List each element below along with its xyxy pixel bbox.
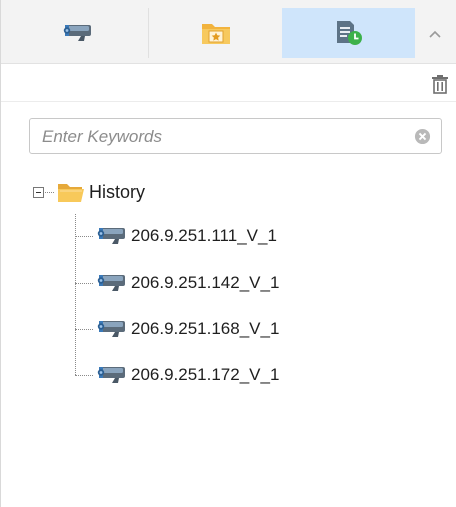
tree-item-camera[interactable]: 206.9.251.168_V_1 (75, 315, 279, 343)
camera-icon (63, 25, 91, 41)
tree-item-label: 206.9.251.142_V_1 (131, 273, 280, 292)
tree-item-camera[interactable]: 206.9.251.111_V_1 (75, 222, 277, 250)
tab-cameras[interactable] (9, 8, 146, 58)
tab-bar (1, 0, 456, 64)
search-box (29, 118, 442, 155)
search-input[interactable] (40, 119, 414, 155)
tree-item-camera[interactable]: 206.9.251.142_V_1 (75, 269, 279, 297)
collapse-tree-toggle[interactable] (33, 186, 44, 198)
clear-search-icon[interactable] (414, 128, 431, 145)
camera-icon (97, 228, 125, 244)
history-panel: History 206.9.251.111_V_1 206.9.251.142_… (0, 0, 456, 507)
tab-history[interactable] (282, 8, 415, 58)
tree-item-label: 206.9.251.111_V_1 (131, 226, 277, 245)
open-folder-icon (58, 184, 84, 202)
tab-favorites[interactable] (148, 8, 282, 58)
tree-root-label: History (89, 181, 146, 202)
camera-icon (97, 321, 125, 337)
tree-connector (45, 191, 54, 193)
trash-icon (432, 75, 448, 94)
camera-icon (97, 275, 125, 291)
toolbar (1, 64, 456, 102)
tree-item-camera[interactable]: 206.9.251.172_V_1 (75, 361, 279, 389)
tree-root-history[interactable]: History (33, 178, 145, 206)
history-clock-icon (336, 21, 362, 45)
tree-item-label: 206.9.251.172_V_1 (131, 365, 280, 384)
favorites-folder-icon (201, 24, 230, 44)
delete-button[interactable] (429, 72, 451, 96)
camera-icon (97, 367, 125, 383)
tree-item-label: 206.9.251.168_V_1 (131, 319, 280, 338)
collapse-button[interactable] (421, 22, 449, 46)
chevron-up-icon (429, 30, 441, 38)
